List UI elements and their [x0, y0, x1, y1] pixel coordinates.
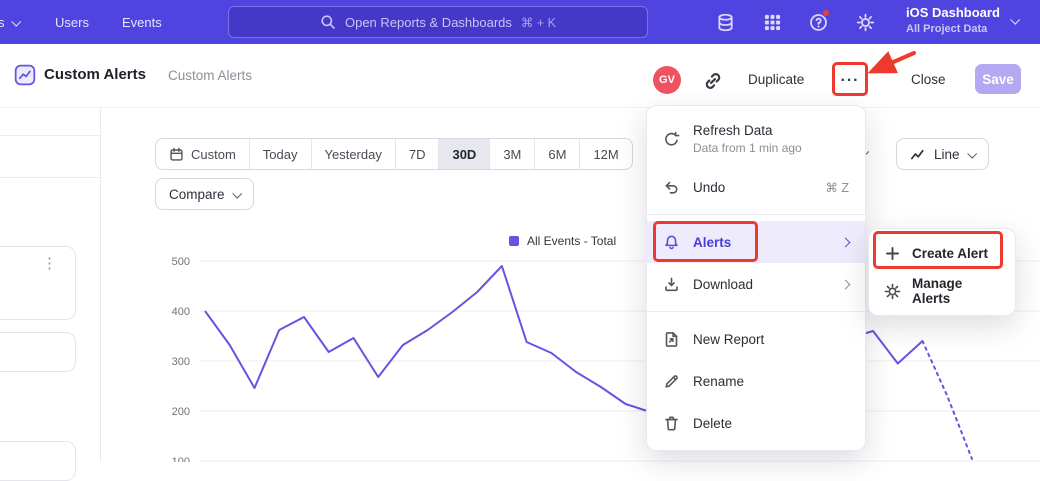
menu-item-delete[interactable]: Delete: [647, 402, 865, 444]
help-icon[interactable]: [806, 10, 830, 34]
date-range-yesterday[interactable]: Yesterday: [311, 139, 395, 169]
pencil-icon: [663, 373, 680, 390]
chevron-right-icon: [841, 279, 851, 289]
alerts-submenu: Create Alert Manage Alerts: [868, 228, 1016, 316]
calendar-icon: [169, 147, 184, 162]
menu-item-sublabel: Data from 1 min ago: [693, 141, 849, 155]
chevron-down-icon: [967, 148, 977, 158]
compare-button[interactable]: Compare: [155, 178, 254, 210]
svg-text:100: 100: [172, 456, 190, 462]
chevron-right-icon: [841, 237, 851, 247]
save-button[interactable]: Save: [975, 64, 1021, 94]
submenu-item-label: Manage Alerts: [912, 276, 1000, 306]
chart-type-selector[interactable]: Line: [896, 138, 989, 170]
top-navbar: s Users Events Open Reports & Dashboards…: [0, 0, 1040, 44]
apps-grid-icon[interactable]: [760, 10, 784, 34]
line-chart-icon: [910, 146, 926, 162]
nav-item-partial[interactable]: s: [0, 0, 19, 44]
menu-divider: [647, 311, 865, 312]
report-header: Custom Alerts Custom Alerts GV Duplicate…: [0, 44, 1040, 108]
svg-text:400: 400: [172, 306, 190, 318]
svg-text:300: 300: [172, 356, 190, 368]
avatar[interactable]: GV: [653, 66, 681, 94]
menu-item-alerts[interactable]: Alerts: [647, 221, 865, 263]
data-management-icon[interactable]: [713, 10, 737, 34]
gear-icon[interactable]: [853, 10, 877, 34]
submenu-item-manage-alerts[interactable]: Manage Alerts: [869, 272, 1015, 310]
global-search[interactable]: Open Reports & Dashboards ⌘ + K: [228, 6, 648, 38]
nav-item-label: s: [0, 15, 5, 30]
submenu-item-create-alert[interactable]: Create Alert: [869, 234, 1015, 272]
date-range-6m[interactable]: 6M: [534, 139, 579, 169]
menu-item-label: Alerts: [693, 235, 829, 250]
chevron-down-icon[interactable]: [1010, 15, 1020, 25]
legend-swatch: [509, 236, 519, 246]
menu-item-refresh-data[interactable]: Refresh Data Data from 1 min ago: [647, 112, 865, 166]
copy-link-icon[interactable]: [702, 70, 724, 92]
menu-item-label: Rename: [693, 374, 849, 389]
legend-item[interactable]: All Events - Total: [509, 234, 616, 248]
svg-text:200: 200: [172, 406, 190, 418]
undo-icon: [663, 179, 680, 196]
breadcrumb[interactable]: Custom Alerts: [168, 68, 252, 83]
date-range-3m[interactable]: 3M: [489, 139, 534, 169]
bell-icon: [663, 234, 680, 251]
download-icon: [663, 276, 680, 293]
menu-item-label: Undo: [693, 180, 812, 195]
plus-icon: [884, 245, 901, 262]
submenu-item-label: Create Alert: [912, 246, 988, 261]
menu-item-rename[interactable]: Rename: [647, 360, 865, 402]
nav-item-events[interactable]: Events: [122, 0, 162, 44]
chevron-down-icon: [232, 188, 242, 198]
nav-item-label: Users: [55, 15, 89, 30]
menu-divider: [647, 214, 865, 215]
menu-item-undo[interactable]: Undo ⌘ Z: [647, 166, 865, 208]
new-report-icon: [663, 331, 680, 348]
nav-item-users[interactable]: Users: [55, 0, 89, 44]
context-menu: Refresh Data Data from 1 min ago Undo ⌘ …: [646, 105, 866, 451]
gear-icon: [884, 283, 901, 300]
menu-item-label: Refresh Data: [693, 123, 849, 138]
project-subtitle: All Project Data: [906, 23, 1000, 35]
report-icon: [14, 64, 36, 86]
search-shortcut: ⌘ + K: [521, 15, 556, 30]
nav-item-label: Events: [122, 15, 162, 30]
project-title: iOS Dashboard: [906, 5, 1000, 20]
menu-item-new-report[interactable]: New Report: [647, 318, 865, 360]
date-range-7d[interactable]: 7D: [395, 139, 439, 169]
project-selector[interactable]: iOS Dashboard All Project Data: [906, 5, 1000, 35]
menu-item-label: New Report: [693, 332, 849, 347]
menu-item-label: Download: [693, 277, 829, 292]
menu-item-download[interactable]: Download: [647, 263, 865, 305]
refresh-icon: [663, 131, 680, 148]
duplicate-button[interactable]: Duplicate: [748, 72, 804, 87]
date-range-12m[interactable]: 12M: [579, 139, 631, 169]
chevron-down-icon: [11, 16, 21, 26]
search-icon: [320, 14, 336, 30]
notification-dot: [822, 9, 830, 17]
date-range-control: Custom Today Yesterday 7D 30D 3M 6M 12M: [155, 138, 633, 170]
search-placeholder: Open Reports & Dashboards: [345, 15, 512, 30]
menu-item-shortcut: ⌘ Z: [825, 180, 849, 195]
legend-label: All Events - Total: [527, 234, 616, 248]
page-title: Custom Alerts: [44, 66, 146, 83]
close-button[interactable]: Close: [911, 72, 946, 87]
trash-icon: [663, 415, 680, 432]
svg-text:500: 500: [172, 256, 190, 268]
more-options-button[interactable]: ···: [836, 68, 864, 94]
menu-item-label: Delete: [693, 416, 849, 431]
date-range-custom[interactable]: Custom: [156, 139, 249, 169]
date-range-today[interactable]: Today: [249, 139, 311, 169]
date-range-30d-selected[interactable]: 30D: [438, 139, 489, 169]
